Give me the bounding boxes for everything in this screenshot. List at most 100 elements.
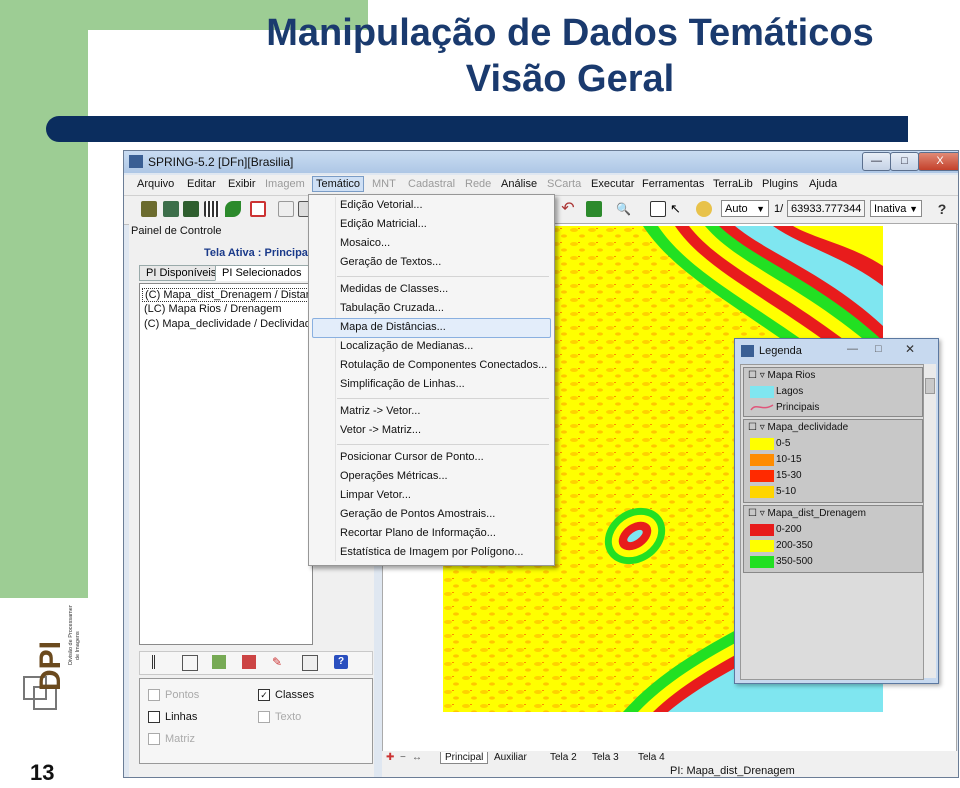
minimize-button[interactable]: — xyxy=(862,152,891,171)
legend-scroll-thumb[interactable] xyxy=(925,378,935,394)
arrow-icon[interactable]: ↔ xyxy=(412,752,422,763)
menu-rede[interactable]: Rede xyxy=(465,178,491,190)
menu-item-operacoes-metricas[interactable]: Operações Métricas... xyxy=(340,470,448,482)
svg-text:de Imagens: de Imagens xyxy=(75,631,81,660)
checkmark-icon: ✓ xyxy=(258,689,270,702)
menu-plugins[interactable]: Plugins xyxy=(762,178,798,190)
legend-group-name: Mapa Rios xyxy=(767,370,816,381)
menu-arquivo[interactable]: Arquivo xyxy=(137,178,174,190)
option-linhas[interactable]: Linhas xyxy=(148,711,197,724)
select-arrow-icon[interactable]: ↖ xyxy=(670,201,686,217)
help-icon[interactable]: ? xyxy=(334,655,348,669)
menu-item-mosaico[interactable]: Mosaico... xyxy=(340,237,390,249)
menu-item-estatistica-imagem[interactable]: Estatística de Imagem por Polígono... xyxy=(340,546,523,558)
checkbox-icon xyxy=(258,711,270,724)
window-titlebar[interactable]: SPRING-5.2 [DFn][Brasilia] — □ X xyxy=(124,151,958,173)
chart-icon[interactable] xyxy=(242,655,256,669)
menu-item-localizacao-medianas[interactable]: Localização de Medianas... xyxy=(340,340,473,352)
zoom-window-icon[interactable] xyxy=(650,201,666,217)
scale-field[interactable]: 63933.777344 xyxy=(787,200,865,217)
menu-cadastral[interactable]: Cadastral xyxy=(408,178,455,190)
menu-item-recortar-plano[interactable]: Recortar Plano de Informação... xyxy=(340,527,496,539)
window-title: SPRING-5.2 [DFn][Brasilia] xyxy=(148,155,294,169)
legend-group-header[interactable]: ☐ ▿ Mapa_dist_Drenagem xyxy=(748,508,866,519)
legend-scrollbar[interactable] xyxy=(924,364,936,678)
menu-item-geracao-pontos[interactable]: Geração de Pontos Amostrais... xyxy=(340,508,495,520)
menu-scarta[interactable]: SCarta xyxy=(547,178,581,190)
title-underline-bar xyxy=(46,116,908,142)
screen-tab-tela2[interactable]: Tela 2 xyxy=(550,752,577,763)
cursor-tool-icon[interactable] xyxy=(586,201,602,217)
layers-icon[interactable] xyxy=(183,201,199,217)
book-icon[interactable] xyxy=(302,655,318,671)
screen-tab-tela3[interactable]: Tela 3 xyxy=(592,752,619,763)
option-pontos[interactable]: Pontos xyxy=(148,689,199,702)
menu-item-posicionar-cursor[interactable]: Posicionar Cursor de Ponto... xyxy=(340,451,484,463)
legend-line-principais xyxy=(750,404,774,411)
pencil-icon[interactable]: ✎ xyxy=(272,655,286,669)
database-icon[interactable] xyxy=(141,201,157,217)
legend-swatch-0-200 xyxy=(750,524,774,536)
project-icon[interactable] xyxy=(163,201,179,217)
tab-pi-disponiveis[interactable]: PI Disponíveis xyxy=(139,265,224,281)
tab-pi-selecionados[interactable]: PI Selecionados xyxy=(215,265,309,281)
draw-icon[interactable] xyxy=(225,201,241,217)
close-button[interactable]: X xyxy=(918,152,958,171)
menu-executar[interactable]: Executar xyxy=(591,178,634,190)
menu-item-edicao-vetorial[interactable]: Edição Vetorial... xyxy=(340,199,423,211)
legend-group-header[interactable]: ☐ ▿ Mapa_declividade xyxy=(748,422,848,433)
control-panel-title: Painel de Controle xyxy=(131,225,222,237)
remove-tab-icon[interactable]: − xyxy=(400,752,406,763)
legend-group-mapa-dist-drenagem: ☐ ▿ Mapa_dist_Drenagem 0-200 200-350 350… xyxy=(743,505,923,573)
legend-close-button[interactable]: ✕ xyxy=(905,342,915,356)
menu-item-tabulacao-cruzada[interactable]: Tabulação Cruzada... xyxy=(340,302,444,314)
menu-item-mapa-distancias[interactable]: Mapa de Distâncias... xyxy=(340,321,446,333)
pi-item-mapa-rios[interactable]: (LC) Mapa Rios / Drenagem xyxy=(144,303,282,315)
undo-icon[interactable]: ↶ xyxy=(560,201,576,217)
option-matriz[interactable]: Matriz xyxy=(148,733,195,746)
pi-item-declividade[interactable]: (C) Mapa_declividade / Declividade xyxy=(144,318,317,330)
zoom-icon[interactable]: 🔍 xyxy=(616,201,632,217)
slide-title: Manipulação de Dados Temáticos Visão Ger… xyxy=(190,10,950,102)
menu-exibir[interactable]: Exibir xyxy=(228,178,256,190)
grid-icon[interactable] xyxy=(204,201,220,217)
screen-tab-principal[interactable]: Principal xyxy=(440,752,489,764)
maximize-button[interactable]: □ xyxy=(890,152,919,171)
menu-item-medidas-classes[interactable]: Medidas de Classes... xyxy=(340,283,448,295)
screen-icon[interactable] xyxy=(250,201,266,217)
legend-window: Legenda — □ ✕ ☐ ▿ Mapa Rios Lagos Princi… xyxy=(734,338,939,684)
menu-separator xyxy=(337,444,549,445)
visual-icon[interactable] xyxy=(212,655,226,669)
menu-item-geracao-textos[interactable]: Geração de Textos... xyxy=(340,256,441,268)
menu-item-simplificacao-linhas[interactable]: Simplificação de Linhas... xyxy=(340,378,465,390)
menu-item-rotulacao-componentes[interactable]: Rotulação de Componentes Conectados... xyxy=(340,359,547,371)
legend-maximize-button[interactable]: □ xyxy=(875,343,882,355)
screen-tab-auxiliar[interactable]: Auxiliar xyxy=(494,752,527,763)
menu-item-matriz-vetor[interactable]: Matriz -> Vetor... xyxy=(340,405,420,417)
menu-item-limpar-vetor[interactable]: Limpar Vetor... xyxy=(340,489,411,501)
list-icon[interactable] xyxy=(152,655,169,669)
menu-terralib[interactable]: TerraLib xyxy=(713,178,753,190)
menu-item-edicao-matricial[interactable]: Edição Matricial... xyxy=(340,218,427,230)
menu-item-vetor-matriz[interactable]: Vetor -> Matriz... xyxy=(340,424,421,436)
legend-group-header[interactable]: ☐ ▿ Mapa Rios xyxy=(748,370,815,381)
menu-analise[interactable]: Análise xyxy=(501,178,537,190)
menu-ajuda[interactable]: Ajuda xyxy=(809,178,837,190)
screen-tab-tela4[interactable]: Tela 4 xyxy=(638,752,665,763)
menu-mnt[interactable]: MNT xyxy=(372,178,396,190)
pointer-icon[interactable] xyxy=(278,201,294,217)
state-combo[interactable]: Inativa ▼ xyxy=(870,200,922,217)
properties-icon[interactable] xyxy=(182,655,198,671)
menu-tematico[interactable]: Temático xyxy=(312,176,365,192)
palette-icon[interactable] xyxy=(696,201,712,217)
option-classes[interactable]: ✓ Classes xyxy=(258,689,314,702)
question-mark-icon[interactable]: ? xyxy=(934,201,950,217)
legend-minimize-button[interactable]: — xyxy=(847,343,858,355)
menu-imagem[interactable]: Imagem xyxy=(265,178,305,190)
add-tab-icon[interactable]: ✚ xyxy=(386,752,394,763)
menu-editar[interactable]: Editar xyxy=(187,178,216,190)
pi-item-dist-drenagem[interactable]: (C) Mapa_dist_Drenagem / Distancia xyxy=(142,288,329,302)
option-texto[interactable]: Texto xyxy=(258,711,301,724)
auto-combo[interactable]: Auto ▼ xyxy=(721,200,769,217)
menu-ferramentas[interactable]: Ferramentas xyxy=(642,178,704,190)
